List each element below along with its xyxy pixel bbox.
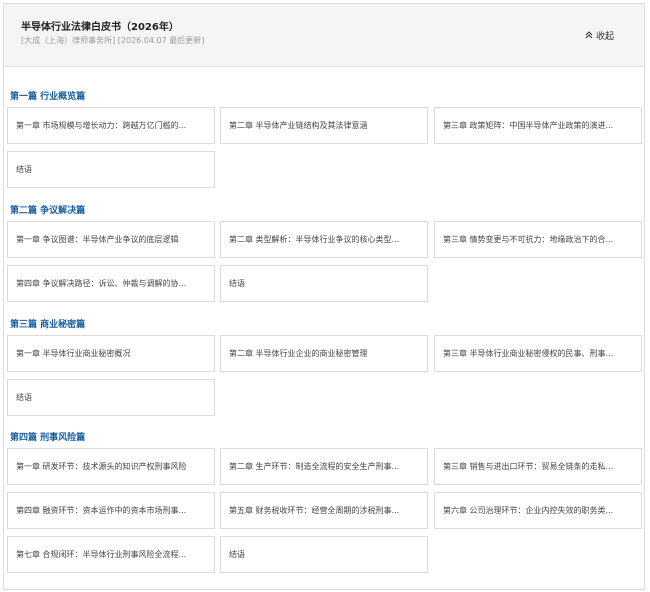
chapter-label: 第五章 财务税收环节：经营全周期的涉税刑事... [229, 506, 400, 515]
chapter-card[interactable]: 结语 [7, 379, 215, 416]
collapse-label: 收起 [595, 32, 614, 42]
chapter-label: 第七章 合规闭环：半导体行业刑事风险全流程... [16, 550, 187, 559]
chapter-card[interactable]: 结语 [220, 536, 428, 573]
chapter-label: 第三章 销售与进出口环节：贸易全链条的走私... [443, 462, 614, 471]
chapter-card[interactable]: 第二章 类型解析：半导体行业争议的核心类型... [220, 221, 428, 258]
section-title: 第一篇 行业概览篇 [10, 92, 86, 102]
chapter-card[interactable]: 第四章 融资环节：资本运作中的资本市场刑事... [7, 492, 215, 529]
chapter-card[interactable]: 第一章 研发环节：技术源头的知识产权刑事风险 [7, 448, 215, 485]
chapter-card[interactable]: 第一章 半导体行业商业秘密概况 [7, 335, 215, 372]
double-chevron-up-icon [585, 30, 593, 41]
chapter-card[interactable]: 第二章 生产环节：制造全流程的安全生产刑事... [220, 448, 428, 485]
chapter-card[interactable]: 第四章 争议解决路径：诉讼、仲裁与调解的协... [7, 265, 215, 302]
chapter-card[interactable]: 第三章 政策矩阵：中国半导体产业政策的演进... [434, 107, 642, 144]
chapter-label: 结语 [16, 393, 32, 402]
panel-header: 半导体行业法律白皮书（2026年） [大成（上海）律师事务所] [2026.04… [4, 4, 644, 67]
chapter-label: 第一章 争议图谱：半导体产业争议的底层逻辑 [16, 235, 179, 244]
chapter-card[interactable]: 第七章 合规闭环：半导体行业刑事风险全流程... [7, 536, 215, 573]
chapter-card[interactable]: 结语 [7, 151, 215, 188]
chapter-label: 第二章 半导体行业企业的商业秘密管理 [229, 349, 368, 358]
chapter-label: 第三章 政策矩阵：中国半导体产业政策的演进... [443, 121, 614, 130]
whitepaper-panel: 半导体行业法律白皮书（2026年） [大成（上海）律师事务所] [2026.04… [3, 3, 645, 590]
chapter-card[interactable]: 第二章 半导体行业企业的商业秘密管理 [220, 335, 428, 372]
page-title: 半导体行业法律白皮书（2026年） [21, 22, 179, 33]
collapse-button[interactable]: 收起 [585, 29, 614, 42]
chapter-label: 第一章 市场规模与增长动力：跨越万亿门槛的... [16, 121, 187, 130]
chapter-card[interactable]: 第一章 市场规模与增长动力：跨越万亿门槛的... [7, 107, 215, 144]
chapter-card[interactable]: 结语 [220, 265, 428, 302]
chapter-label: 第一章 半导体行业商业秘密概况 [16, 349, 131, 358]
chapter-label: 结语 [16, 165, 32, 174]
section-title: 第三篇 商业秘密篇 [10, 320, 86, 330]
chapter-label: 第四章 争议解决路径：诉讼、仲裁与调解的协... [16, 279, 187, 288]
chapter-label: 第二章 半导体产业链结构及其法律意涵 [229, 121, 368, 130]
chapter-card[interactable]: 第五章 财务税收环节：经营全周期的涉税刑事... [220, 492, 428, 529]
chapter-label: 结语 [229, 279, 245, 288]
chapter-card[interactable]: 第三章 半导体行业商业秘密侵权的民事、刑事... [434, 335, 642, 372]
chapter-card[interactable]: 第三章 销售与进出口环节：贸易全链条的走私... [434, 448, 642, 485]
source-and-update-info: [大成（上海）律师事务所] [2026.04.07 最后更新] [21, 36, 205, 45]
chapter-label: 第一章 研发环节：技术源头的知识产权刑事风险 [16, 462, 187, 471]
chapter-card[interactable]: 第一章 争议图谱：半导体产业争议的底层逻辑 [7, 221, 215, 258]
chapter-label: 第二章 类型解析：半导体行业争议的核心类型... [229, 235, 400, 244]
chapter-card[interactable]: 第六章 公司治理环节：企业内控失效的职务类... [434, 492, 642, 529]
chapter-label: 第四章 融资环节：资本运作中的资本市场刑事... [16, 506, 187, 515]
chapter-card[interactable]: 第三章 情势变更与不可抗力：地缘政治下的合... [434, 221, 642, 258]
chapter-label: 第三章 半导体行业商业秘密侵权的民事、刑事... [443, 349, 614, 358]
section-title: 第四篇 刑事风险篇 [10, 433, 86, 443]
chapter-label: 第二章 生产环节：制造全流程的安全生产刑事... [229, 462, 400, 471]
chapter-label: 第六章 公司治理环节：企业内控失效的职务类... [443, 506, 614, 515]
chapter-label: 第三章 情势变更与不可抗力：地缘政治下的合... [443, 235, 614, 244]
section-title: 第二篇 争议解决篇 [10, 206, 86, 216]
chapter-card[interactable]: 第二章 半导体产业链结构及其法律意涵 [220, 107, 428, 144]
chapter-label: 结语 [229, 550, 245, 559]
